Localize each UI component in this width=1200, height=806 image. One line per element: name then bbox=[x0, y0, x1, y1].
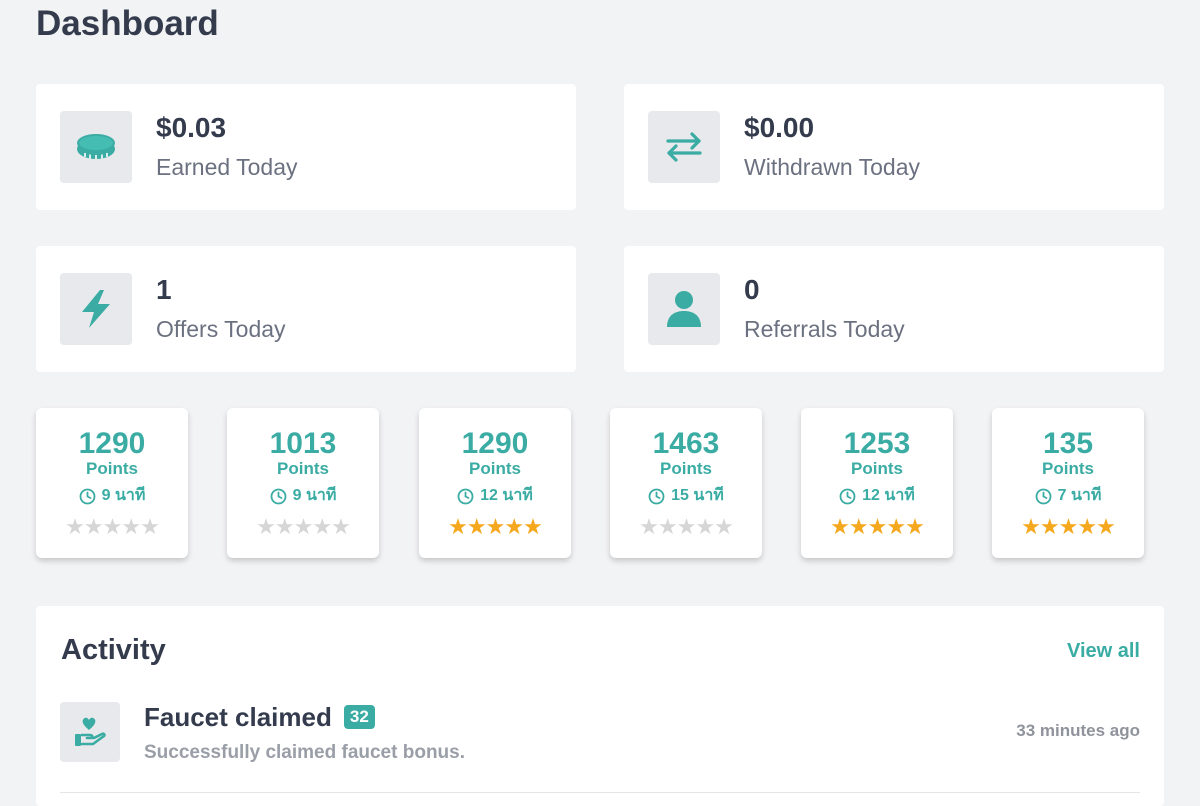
divider bbox=[60, 792, 1140, 793]
count-badge: 32 bbox=[343, 705, 375, 729]
stat-card-referrals: 0 Referrals Today bbox=[624, 246, 1164, 372]
offer-duration: 12 นาที bbox=[801, 486, 953, 506]
user-icon bbox=[648, 273, 720, 345]
star-icon: ★ bbox=[676, 514, 697, 539]
activity-title: Activity bbox=[61, 634, 166, 666]
stat-card-offers: 1 Offers Today bbox=[36, 246, 576, 372]
activity-item-description: Successfully claimed faucet bonus. bbox=[144, 742, 465, 763]
activity-item-time: 33 minutes ago bbox=[1016, 721, 1140, 740]
clock-icon bbox=[839, 488, 856, 504]
star-icon: ★ bbox=[1096, 514, 1116, 539]
offer-points: 1013 bbox=[269, 427, 337, 460]
star-icon: ★ bbox=[1039, 514, 1060, 539]
star-icon: ★ bbox=[695, 514, 715, 539]
offer-points-unit: Points bbox=[277, 459, 329, 478]
offer-duration-text: 9 นาที bbox=[292, 487, 337, 504]
hand-heart-icon bbox=[60, 702, 120, 762]
star-rating: ★★★★★ bbox=[36, 514, 188, 540]
activity-item-title: Faucet claimed 32 bbox=[144, 701, 375, 733]
offer-points: 1253 bbox=[843, 427, 911, 460]
star-rating: ★★★★★ bbox=[992, 514, 1144, 540]
star-icon: ★ bbox=[848, 514, 869, 539]
clock-icon bbox=[1035, 488, 1051, 504]
offer-card[interactable]: 1290 Points 9 นาที ★★★★★ bbox=[36, 408, 188, 558]
offer-points-unit: Points bbox=[660, 459, 712, 478]
star-icon: ★ bbox=[466, 514, 487, 539]
stat-value: 0 bbox=[744, 274, 760, 305]
star-icon: ★ bbox=[256, 514, 276, 539]
offer-card[interactable]: 1253 Points 12 นาที ★★★★★ bbox=[801, 408, 953, 558]
star-icon: ★ bbox=[331, 514, 351, 539]
offer-card[interactable]: 1290 Points 12 นาที ★★★★★ bbox=[419, 408, 571, 558]
star-rating: ★★★★★ bbox=[419, 514, 571, 540]
star-icon: ★ bbox=[293, 514, 314, 539]
clock-icon bbox=[270, 488, 286, 504]
stat-value: $0.03 bbox=[156, 112, 227, 143]
star-icon: ★ bbox=[274, 514, 295, 539]
stat-label: Earned Today bbox=[156, 154, 298, 180]
star-icon: ★ bbox=[523, 514, 543, 539]
activity-item-label: Faucet claimed bbox=[144, 702, 332, 732]
star-icon: ★ bbox=[485, 514, 506, 539]
star-icon: ★ bbox=[83, 514, 104, 539]
star-icon: ★ bbox=[504, 514, 524, 539]
activity-panel: Activity View all Faucet claimed 32 Succ… bbox=[36, 606, 1164, 806]
offer-card[interactable]: 135 Points 7 นาที ★★★★★ bbox=[992, 408, 1144, 558]
stat-label: Offers Today bbox=[156, 316, 286, 342]
offer-duration: 9 นาที bbox=[227, 486, 379, 506]
offer-duration: 9 นาที bbox=[36, 486, 188, 506]
stat-label: Withdrawn Today bbox=[744, 154, 920, 180]
star-icon: ★ bbox=[65, 514, 85, 539]
offer-points-unit: Points bbox=[851, 459, 903, 478]
offer-duration: 7 นาที bbox=[992, 486, 1144, 506]
star-icon: ★ bbox=[448, 514, 468, 539]
star-icon: ★ bbox=[714, 514, 734, 539]
offer-duration-text: 12 นาที bbox=[862, 487, 915, 504]
offer-points-unit: Points bbox=[86, 459, 138, 478]
star-icon: ★ bbox=[140, 514, 160, 539]
offer-duration-text: 12 นาที bbox=[480, 487, 533, 504]
offer-duration: 15 นาที bbox=[610, 486, 762, 506]
star-icon: ★ bbox=[1021, 514, 1041, 539]
star-icon: ★ bbox=[657, 514, 678, 539]
view-all-link[interactable]: View all bbox=[1067, 638, 1140, 664]
star-icon: ★ bbox=[886, 514, 906, 539]
offer-points-unit: Points bbox=[469, 459, 521, 478]
star-rating: ★★★★★ bbox=[801, 514, 953, 540]
offer-points: 1290 bbox=[461, 427, 529, 460]
star-icon: ★ bbox=[639, 514, 659, 539]
offer-card[interactable]: 1013 Points 9 นาที ★★★★★ bbox=[227, 408, 379, 558]
stat-value: $0.00 bbox=[744, 112, 815, 143]
offer-card[interactable]: 1463 Points 15 นาที ★★★★★ bbox=[610, 408, 762, 558]
offer-duration-text: 7 นาที bbox=[1057, 487, 1102, 504]
stat-label: Referrals Today bbox=[744, 316, 905, 342]
offer-points: 135 bbox=[1042, 427, 1094, 460]
star-icon: ★ bbox=[1058, 514, 1079, 539]
offer-points-unit: Points bbox=[1042, 459, 1094, 478]
offer-duration-text: 9 นาที bbox=[101, 487, 146, 504]
coin-icon bbox=[60, 111, 132, 183]
clock-icon bbox=[79, 488, 95, 504]
stat-card-withdrawn: $0.00 Withdrawn Today bbox=[624, 84, 1164, 210]
star-rating: ★★★★★ bbox=[227, 514, 379, 540]
star-icon: ★ bbox=[905, 514, 925, 539]
transfer-arrows-icon bbox=[648, 111, 720, 183]
stat-card-earned: $0.03 Earned Today bbox=[36, 84, 576, 210]
clock-icon bbox=[457, 488, 474, 504]
offer-duration-text: 15 นาที bbox=[671, 487, 724, 504]
star-icon: ★ bbox=[830, 514, 850, 539]
star-icon: ★ bbox=[121, 514, 141, 539]
offer-duration: 12 นาที bbox=[419, 486, 571, 506]
star-rating: ★★★★★ bbox=[610, 514, 762, 540]
page-title: Dashboard bbox=[36, 4, 219, 43]
star-icon: ★ bbox=[867, 514, 888, 539]
star-icon: ★ bbox=[1077, 514, 1097, 539]
stat-value: 1 bbox=[156, 274, 172, 305]
clock-icon bbox=[648, 488, 665, 504]
offer-points: 1463 bbox=[652, 427, 720, 460]
offer-points: 1290 bbox=[78, 427, 146, 460]
star-icon: ★ bbox=[102, 514, 123, 539]
star-icon: ★ bbox=[312, 514, 332, 539]
lightning-icon bbox=[60, 273, 132, 345]
